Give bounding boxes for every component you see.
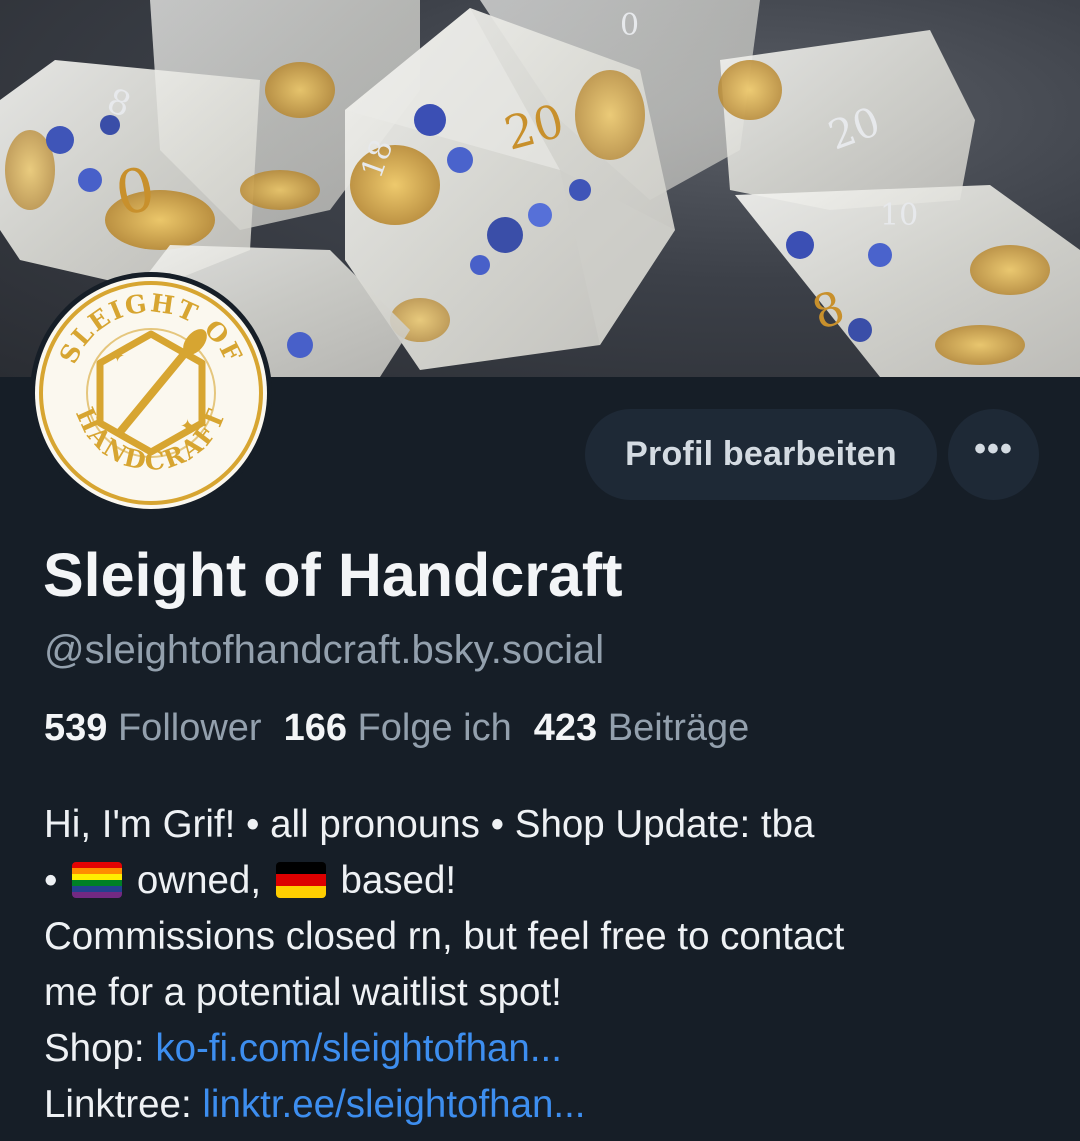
die-right: 20 8 10 <box>718 30 1080 377</box>
posts-stat: 423 Beiträge <box>534 707 750 749</box>
followers-label: Follower <box>117 707 262 749</box>
bio-linktree-line: Linktree: linktr.ee/sleightofhan... <box>44 1077 1054 1133</box>
following-label: Folge ich <box>357 707 512 749</box>
linktree-link[interactable]: linktr.ee/sleightofhan... <box>202 1083 585 1126</box>
posts-label: Beiträge <box>607 707 750 749</box>
avatar[interactable]: ✦ ✦ SLEIGHT OF HANDCRAFT <box>30 272 272 514</box>
followers-stat[interactable]: 539 Follower <box>44 707 262 749</box>
svg-text:0: 0 <box>620 8 639 43</box>
edit-profile-button[interactable]: Profil bearbeiten <box>585 409 937 500</box>
bio-based-text: based! <box>340 859 457 902</box>
profile-stats: 539 Follower 166 Folge ich 423 Beiträge <box>44 707 749 750</box>
display-name: Sleight of Handcraft <box>43 541 623 609</box>
paintbrush-hexagon-logo: ✦ ✦ SLEIGHT OF HANDCRAFT <box>35 277 267 509</box>
svg-text:✦: ✦ <box>110 346 125 367</box>
bio-bullet: • <box>44 859 58 902</box>
posts-count: 423 <box>533 707 598 749</box>
more-options-button[interactable]: ••• <box>948 409 1039 500</box>
following-stat[interactable]: 166 Folge ich <box>284 707 512 749</box>
bio-line-1: Hi, I'm Grif! • all pronouns • Shop Upda… <box>44 803 815 846</box>
linktree-label: Linktree: <box>44 1083 192 1126</box>
following-count: 166 <box>283 707 347 749</box>
rainbow-flag-icon <box>72 862 123 898</box>
profile-bio: Hi, I'm Grif! • all pronouns • Shop Upda… <box>44 797 1054 1133</box>
bio-owned-text: owned, <box>136 859 262 902</box>
followers-count: 539 <box>44 707 108 749</box>
shop-link[interactable]: ko-fi.com/sleightofhan... <box>155 1027 562 1070</box>
bio-line-3: Commissions closed rn, but feel free to … <box>44 915 845 958</box>
shop-label: Shop: <box>44 1027 145 1070</box>
bio-shop-line: Shop: ko-fi.com/sleightofhan... <box>44 1021 1054 1077</box>
germany-flag-icon <box>275 862 326 898</box>
profile-handle: @sleightofhandcraft.bsky.social <box>44 628 605 672</box>
bio-line-4: me for a potential waitlist spot! <box>44 971 562 1014</box>
svg-text:10: 10 <box>880 198 918 233</box>
ellipsis-icon: ••• <box>974 429 1013 468</box>
bio-line-2: • owned, based! <box>44 853 1054 909</box>
